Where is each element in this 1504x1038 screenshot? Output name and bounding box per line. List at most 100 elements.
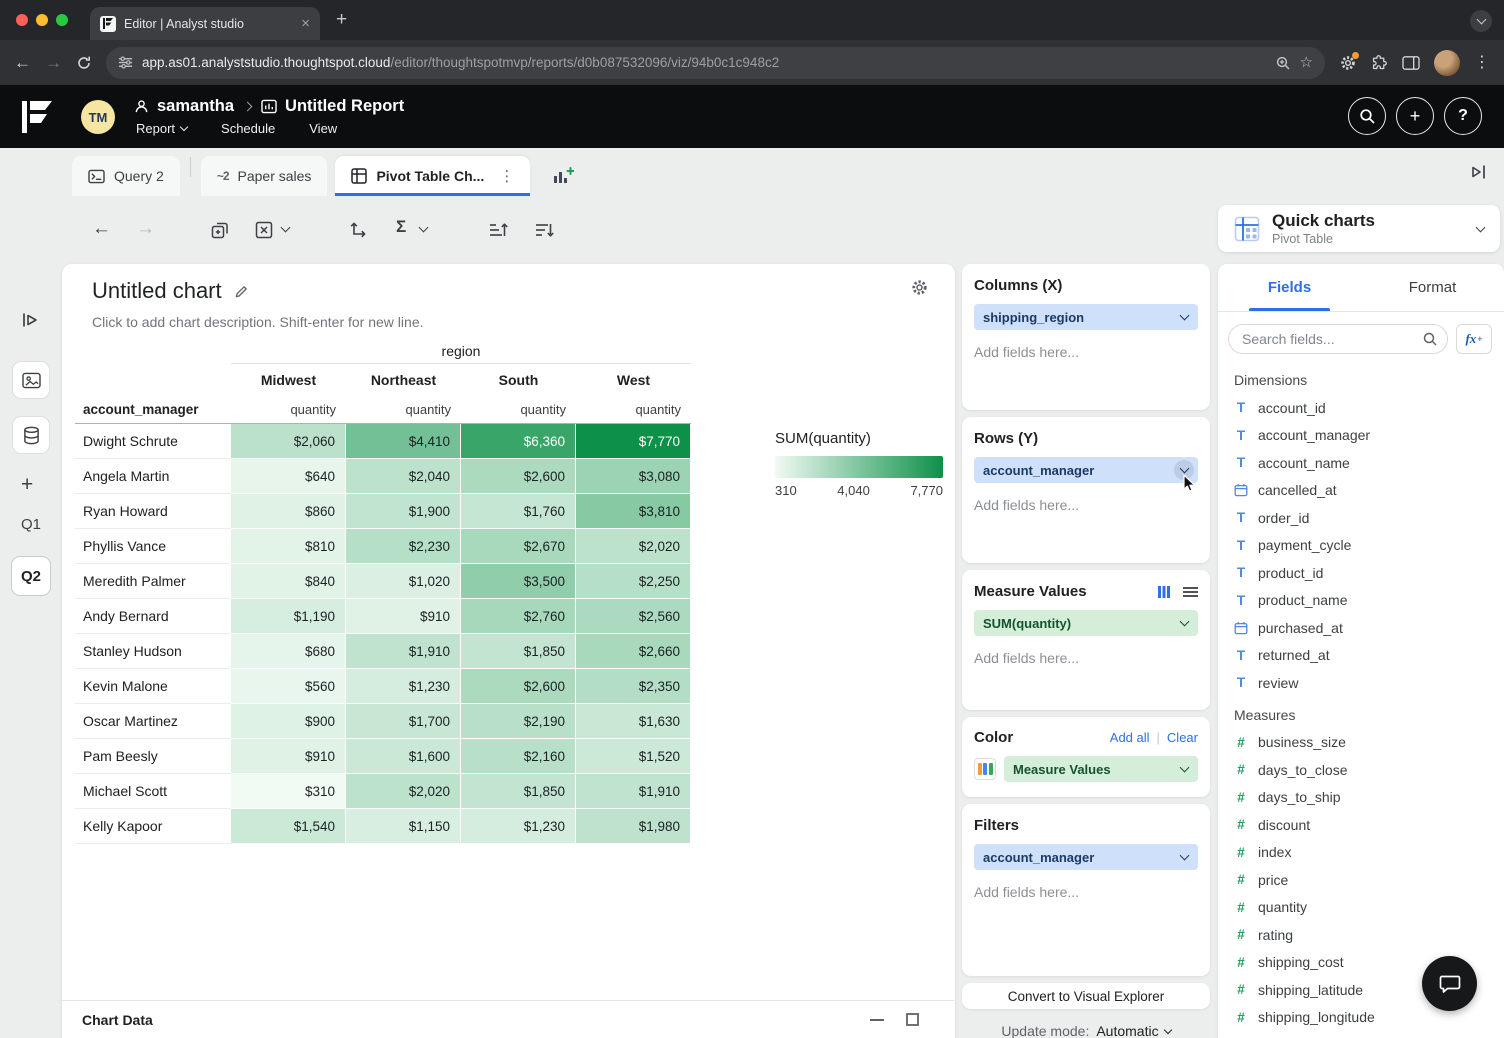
bookmark-star-icon[interactable]: ☆	[1300, 55, 1313, 70]
heatmap-cell[interactable]: $560	[231, 669, 346, 704]
heatmap-cell[interactable]: $840	[231, 564, 346, 599]
heatmap-cell[interactable]: $1,980	[576, 809, 691, 844]
color-field-pill[interactable]: Measure Values	[1004, 756, 1198, 782]
heatmap-cell[interactable]: $2,190	[461, 704, 576, 739]
add-formula-button[interactable]: fx+	[1456, 324, 1492, 354]
heatmap-cell[interactable]: $1,600	[346, 739, 461, 774]
heatmap-cell[interactable]: $1,760	[461, 494, 576, 529]
chart-settings-icon[interactable]	[910, 278, 929, 297]
add-fields-dropzone[interactable]: Add fields here...	[974, 884, 1198, 900]
back-icon[interactable]: ←	[14, 54, 31, 71]
clear-link[interactable]: Clear	[1167, 730, 1198, 745]
field-item[interactable]: Tproduct_name	[1218, 587, 1504, 615]
update-mode-select[interactable]: Automatic	[1096, 1023, 1170, 1038]
browser-menu-icon[interactable]: ⋮	[1474, 55, 1490, 71]
heatmap-cell[interactable]: $2,760	[461, 599, 576, 634]
chevron-down-icon[interactable]	[1174, 613, 1194, 633]
field-item[interactable]: #days_to_ship	[1218, 784, 1504, 812]
search-fields-input[interactable]	[1228, 324, 1448, 354]
chart-data-bar[interactable]: Chart Data	[62, 1000, 955, 1038]
heatmap-cell[interactable]: $860	[231, 494, 346, 529]
heatmap-cell[interactable]: $1,230	[461, 809, 576, 844]
field-item[interactable]: #days_to_close	[1218, 756, 1504, 784]
row-label[interactable]: Dwight Schrute	[75, 424, 231, 459]
column-dimension-header[interactable]: region	[231, 338, 691, 364]
heatmap-cell[interactable]: $640	[231, 459, 346, 494]
row-dimension-header[interactable]: account_manager	[75, 396, 231, 424]
chevron-down-icon[interactable]	[1174, 307, 1194, 327]
columns-layout-icon[interactable]	[1157, 585, 1171, 599]
heatmap-cell[interactable]: $2,250	[576, 564, 691, 599]
list-layout-icon[interactable]	[1183, 586, 1198, 598]
heatmap-cell[interactable]: $810	[231, 529, 346, 564]
heatmap-cell[interactable]: $6,360	[461, 424, 576, 459]
field-pill-account-manager[interactable]: account_manager	[974, 457, 1198, 483]
report-menu[interactable]: Report	[136, 121, 187, 136]
heatmap-cell[interactable]: $2,600	[461, 459, 576, 494]
heatmap-cell[interactable]: $1,700	[346, 704, 461, 739]
heatmap-cell[interactable]: $2,230	[346, 529, 461, 564]
chevron-down-icon[interactable]	[281, 223, 291, 233]
close-tab-icon[interactable]: ×	[301, 15, 310, 32]
heatmap-cell[interactable]: $1,150	[346, 809, 461, 844]
browser-tab[interactable]: Editor | Analyst studio ×	[90, 7, 320, 40]
heatmap-cell[interactable]: $900	[231, 704, 346, 739]
heatmap-cell[interactable]: $2,160	[461, 739, 576, 774]
chart-description[interactable]: Click to add chart description. Shift-en…	[92, 314, 424, 330]
row-label[interactable]: Oscar Martinez	[75, 704, 231, 739]
heatmap-cell[interactable]: $910	[346, 599, 461, 634]
measure-pill-sum-quantity[interactable]: SUM(quantity)	[974, 610, 1198, 636]
heatmap-cell[interactable]: $2,600	[461, 669, 576, 704]
heatmap-cell[interactable]: $1,190	[231, 599, 346, 634]
field-item[interactable]: Taccount_name	[1218, 449, 1504, 477]
add-query-button[interactable]: +	[21, 473, 33, 497]
tab-options-icon[interactable]: ⋮	[499, 167, 514, 185]
field-item[interactable]: #rating	[1218, 921, 1504, 949]
heatmap-cell[interactable]: $2,040	[346, 459, 461, 494]
quick-charts-selector[interactable]: Quick charts Pivot Table	[1218, 205, 1500, 252]
measure-header[interactable]: quantity	[461, 396, 576, 424]
forward-icon[interactable]: →	[45, 54, 62, 71]
heatmap-cell[interactable]: $3,080	[576, 459, 691, 494]
heatmap-cell[interactable]: $4,410	[346, 424, 461, 459]
heatmap-cell[interactable]: $2,350	[576, 669, 691, 704]
aggregate-button[interactable]: Σ	[396, 217, 406, 237]
field-item[interactable]: Treturned_at	[1218, 642, 1504, 670]
field-item[interactable]: #business_size	[1218, 729, 1504, 757]
app-logo[interactable]	[20, 99, 54, 135]
view-menu[interactable]: View	[309, 121, 337, 136]
heatmap-cell[interactable]: $310	[231, 774, 346, 809]
settings-gear-icon[interactable]	[1339, 54, 1357, 72]
field-item[interactable]: #discount	[1218, 811, 1504, 839]
field-item[interactable]: Tpayment_cycle	[1218, 532, 1504, 560]
column-header[interactable]: Northeast	[346, 364, 461, 396]
add-button[interactable]: +	[1396, 97, 1434, 135]
row-label[interactable]: Pam Beesly	[75, 739, 231, 774]
edit-title-icon[interactable]	[234, 284, 249, 299]
heatmap-cell[interactable]: $3,500	[461, 564, 576, 599]
row-label[interactable]: Phyllis Vance	[75, 529, 231, 564]
remove-chart-button[interactable]	[254, 220, 274, 240]
heatmap-cell[interactable]: $2,670	[461, 529, 576, 564]
new-tab-button[interactable]: +	[336, 9, 347, 31]
zoom-window-button[interactable]	[56, 14, 68, 26]
row-label[interactable]: Angela Martin	[75, 459, 231, 494]
convert-to-visual-explorer-button[interactable]: Convert to Visual Explorer	[962, 983, 1210, 1009]
heatmap-cell[interactable]: $2,060	[231, 424, 346, 459]
site-settings-icon[interactable]	[118, 55, 133, 70]
field-item[interactable]: cancelled_at	[1218, 477, 1504, 505]
column-header[interactable]: South	[461, 364, 576, 396]
user-name[interactable]: samantha	[157, 97, 234, 116]
close-window-button[interactable]	[16, 14, 28, 26]
query-1-link[interactable]: Q1	[0, 516, 62, 533]
field-item[interactable]: #quantity	[1218, 894, 1504, 922]
heatmap-cell[interactable]: $1,850	[461, 774, 576, 809]
field-item[interactable]: #price	[1218, 866, 1504, 894]
add-fields-dropzone[interactable]: Add fields here...	[974, 344, 1198, 360]
minimize-window-button[interactable]	[36, 14, 48, 26]
schedule-menu[interactable]: Schedule	[221, 121, 275, 136]
measure-header[interactable]: quantity	[576, 396, 691, 424]
reload-icon[interactable]	[76, 55, 92, 71]
zoom-icon[interactable]	[1275, 55, 1291, 71]
heatmap-cell[interactable]: $1,630	[576, 704, 691, 739]
